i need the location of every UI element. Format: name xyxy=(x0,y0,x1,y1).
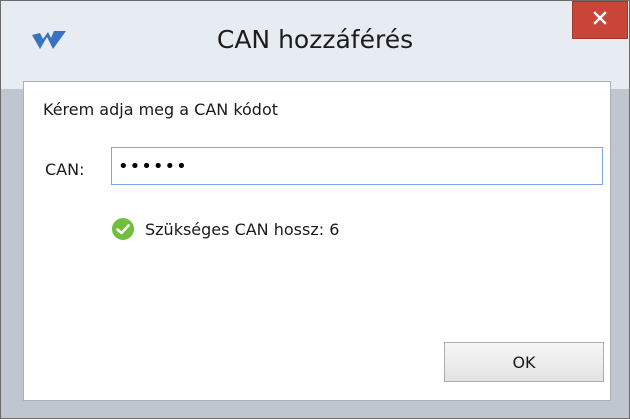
close-icon xyxy=(592,10,608,30)
check-circle-icon xyxy=(111,217,135,241)
title-bar: CAN hozzáférés xyxy=(1,1,629,89)
close-button[interactable] xyxy=(572,1,628,39)
status-text: Szükséges CAN hossz: 6 xyxy=(145,219,340,239)
dialog-body: Kérem adja meg a CAN kódot CAN: Szüksége… xyxy=(23,81,611,401)
ok-button[interactable]: OK xyxy=(444,342,604,382)
window-title: CAN hozzáférés xyxy=(216,25,414,54)
dialog-window: CAN hozzáférés Kérem adja meg a CAN kódo… xyxy=(0,0,630,419)
instruction-text: Kérem adja meg a CAN kódot xyxy=(43,100,279,119)
status-message: Szükséges CAN hossz: 6 xyxy=(111,217,339,241)
can-label: CAN: xyxy=(45,160,85,179)
can-input[interactable] xyxy=(111,147,603,185)
